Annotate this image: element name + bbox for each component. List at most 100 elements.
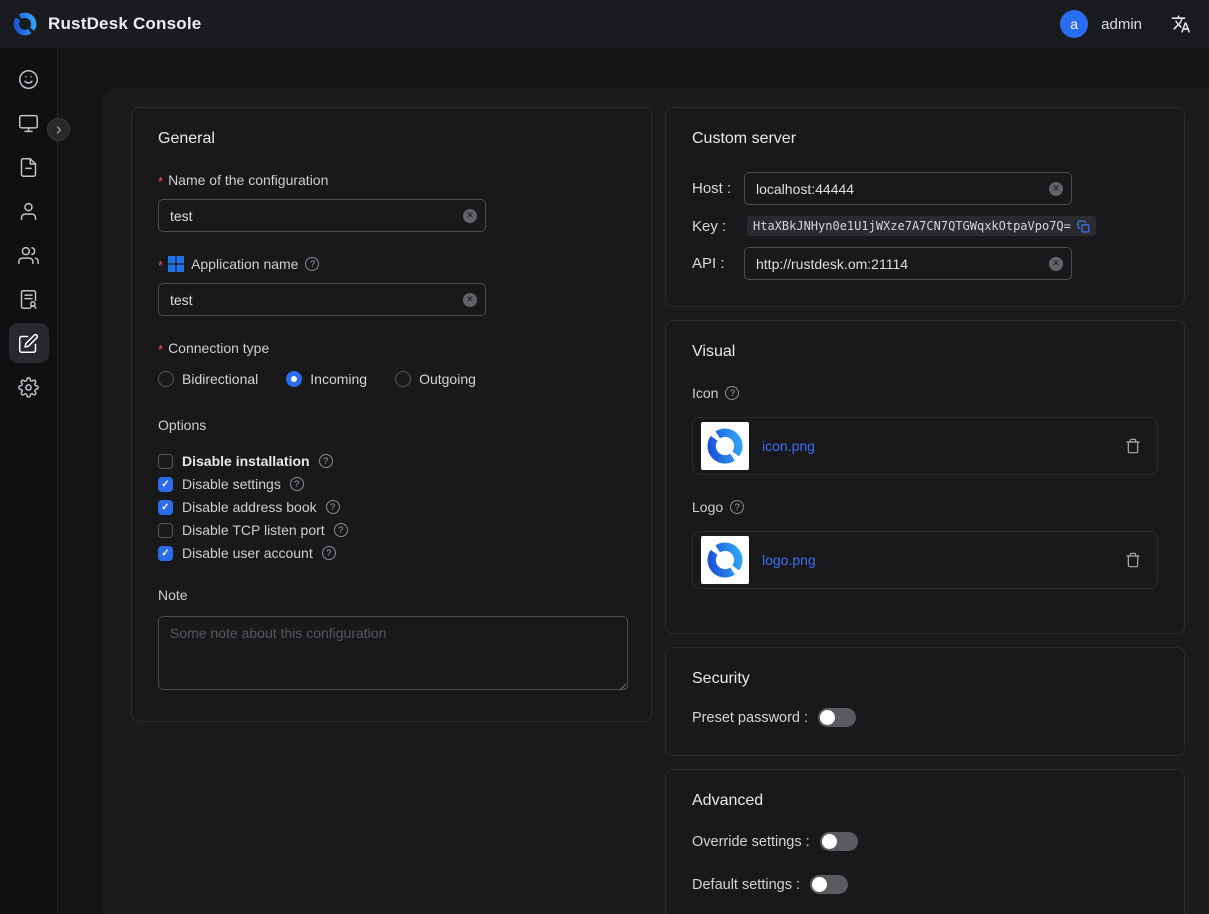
clear-input-icon[interactable]: ✕ <box>1049 182 1063 196</box>
trash-icon[interactable] <box>1125 552 1141 568</box>
checkbox-row-disable-tcp-listen-port: Disable TCP listen port ? <box>158 522 625 538</box>
custom-server-title: Custom server <box>692 130 1158 148</box>
help-icon[interactable]: ? <box>290 477 304 491</box>
visual-card: Visual Icon ? icon.png <box>665 320 1185 634</box>
icon-thumbnail <box>701 422 749 470</box>
help-icon[interactable]: ? <box>319 454 333 468</box>
override-settings-toggle[interactable] <box>820 832 858 851</box>
server-key-chip: HtaXBkJNHyn0e1U1jWXze7A7CN7QTGWqxkOtpaVp… <box>747 216 1096 236</box>
radio-outgoing[interactable]: Outgoing <box>395 371 476 387</box>
advanced-card: Advanced Override settings : Default set… <box>665 769 1185 914</box>
sidebar-item-groups[interactable] <box>0 233 58 277</box>
default-settings-label: Default settings : <box>692 877 800 893</box>
radio-incoming[interactable]: Incoming <box>286 371 367 387</box>
clear-input-icon[interactable]: ✕ <box>1049 257 1063 271</box>
rustdesk-logo-icon <box>12 11 38 37</box>
help-icon[interactable]: ? <box>305 257 319 271</box>
override-settings-label: Override settings : <box>692 834 810 850</box>
chevron-right-icon <box>53 124 65 136</box>
clear-input-icon[interactable]: ✕ <box>463 293 477 307</box>
logo-upload-label: Logo ? <box>692 499 1158 515</box>
help-icon[interactable]: ? <box>730 500 744 514</box>
visual-title: Visual <box>692 343 1158 361</box>
help-icon[interactable]: ? <box>326 500 340 514</box>
api-label: API : <box>692 255 744 272</box>
help-icon[interactable]: ? <box>334 523 348 537</box>
copy-icon[interactable] <box>1077 220 1090 233</box>
connection-type-label: * Connection type <box>158 340 625 356</box>
preset-password-label: Preset password : <box>692 710 808 726</box>
smiley-icon <box>9 59 49 99</box>
logo-thumbnail <box>701 536 749 584</box>
content-panel: General * Name of the configuration ✕ * <box>103 88 1209 914</box>
application-name-input[interactable] <box>158 283 486 316</box>
checkbox-unchecked-icon[interactable] <box>158 523 173 538</box>
sidebar-collapse-button[interactable] <box>47 118 70 141</box>
sidebar <box>0 48 58 914</box>
checkbox-row-disable-user-account: ✓ Disable user account ? <box>158 545 625 561</box>
connection-type-radio-group: Bidirectional Incoming Outgoing <box>158 371 625 387</box>
checkbox-row-disable-settings: ✓ Disable settings ? <box>158 476 625 492</box>
note-label: Note <box>158 587 625 603</box>
required-asterisk: * <box>158 258 163 273</box>
user-group-icon <box>9 235 49 275</box>
checkbox-row-disable-installation: Disable installation ? <box>158 453 625 469</box>
api-input[interactable] <box>744 247 1072 280</box>
edit-icon <box>9 323 49 363</box>
options-label: Options <box>158 417 625 433</box>
preset-password-row: Preset password : <box>692 708 1158 727</box>
radio-bidirectional[interactable]: Bidirectional <box>158 371 258 387</box>
icon-file-row: icon.png <box>692 417 1158 475</box>
sidebar-item-audit[interactable] <box>0 277 58 321</box>
advanced-title: Advanced <box>692 792 1158 810</box>
preset-password-toggle[interactable] <box>818 708 856 727</box>
icon-file-link[interactable]: icon.png <box>762 438 815 454</box>
app-title: RustDesk Console <box>48 14 201 34</box>
top-navbar: RustDesk Console a admin <box>0 0 1209 48</box>
key-label: Key : <box>692 218 744 235</box>
sidebar-item-custom-clients[interactable] <box>0 321 58 365</box>
username-label[interactable]: admin <box>1101 16 1142 33</box>
radio-icon <box>286 371 302 387</box>
checkbox-checked-icon[interactable]: ✓ <box>158 500 173 515</box>
help-icon[interactable]: ? <box>322 546 336 560</box>
custom-server-card: Custom server Host : ✕ Key : HtaXBkJNHy <box>665 107 1185 307</box>
logo-file-row: logo.png <box>692 531 1158 589</box>
general-card: General * Name of the configuration ✕ * <box>131 107 652 722</box>
file-review-icon <box>9 279 49 319</box>
checkbox-checked-icon[interactable]: ✓ <box>158 546 173 561</box>
security-title: Security <box>692 670 1158 688</box>
radio-icon <box>395 371 411 387</box>
server-key-value: HtaXBkJNHyn0e1U1jWXze7A7CN7QTGWqxkOtpaVp… <box>753 219 1071 233</box>
monitor-icon <box>9 103 49 143</box>
toggle-knob <box>812 877 827 892</box>
windows-logo-icon <box>168 256 184 272</box>
general-card-title: General <box>158 130 625 148</box>
default-settings-toggle[interactable] <box>810 875 848 894</box>
help-icon[interactable]: ? <box>725 386 739 400</box>
host-label: Host : <box>692 180 744 197</box>
clear-input-icon[interactable]: ✕ <box>463 209 477 223</box>
override-settings-row: Override settings : <box>692 832 1158 851</box>
app-name-field-label: * Application name ? <box>158 256 625 272</box>
translate-icon[interactable] <box>1171 14 1191 34</box>
host-input[interactable] <box>744 172 1072 205</box>
note-textarea[interactable] <box>158 616 628 690</box>
required-asterisk: * <box>158 174 163 189</box>
sidebar-item-settings[interactable] <box>0 365 58 409</box>
logo-file-link[interactable]: logo.png <box>762 552 816 568</box>
checkbox-checked-icon[interactable]: ✓ <box>158 477 173 492</box>
name-field-label: * Name of the configuration <box>158 172 625 188</box>
sidebar-item-dashboard[interactable] <box>0 57 58 101</box>
sidebar-item-users[interactable] <box>0 189 58 233</box>
checkbox-row-disable-address-book: ✓ Disable address book ? <box>158 499 625 515</box>
trash-icon[interactable] <box>1125 438 1141 454</box>
icon-upload-label: Icon ? <box>692 385 1158 401</box>
checkbox-unchecked-icon[interactable] <box>158 454 173 469</box>
sidebar-item-documents[interactable] <box>0 145 58 189</box>
configuration-name-input[interactable] <box>158 199 486 232</box>
user-avatar[interactable]: a <box>1060 10 1088 38</box>
radio-icon <box>158 371 174 387</box>
gear-icon <box>9 367 49 407</box>
file-text-icon <box>9 147 49 187</box>
